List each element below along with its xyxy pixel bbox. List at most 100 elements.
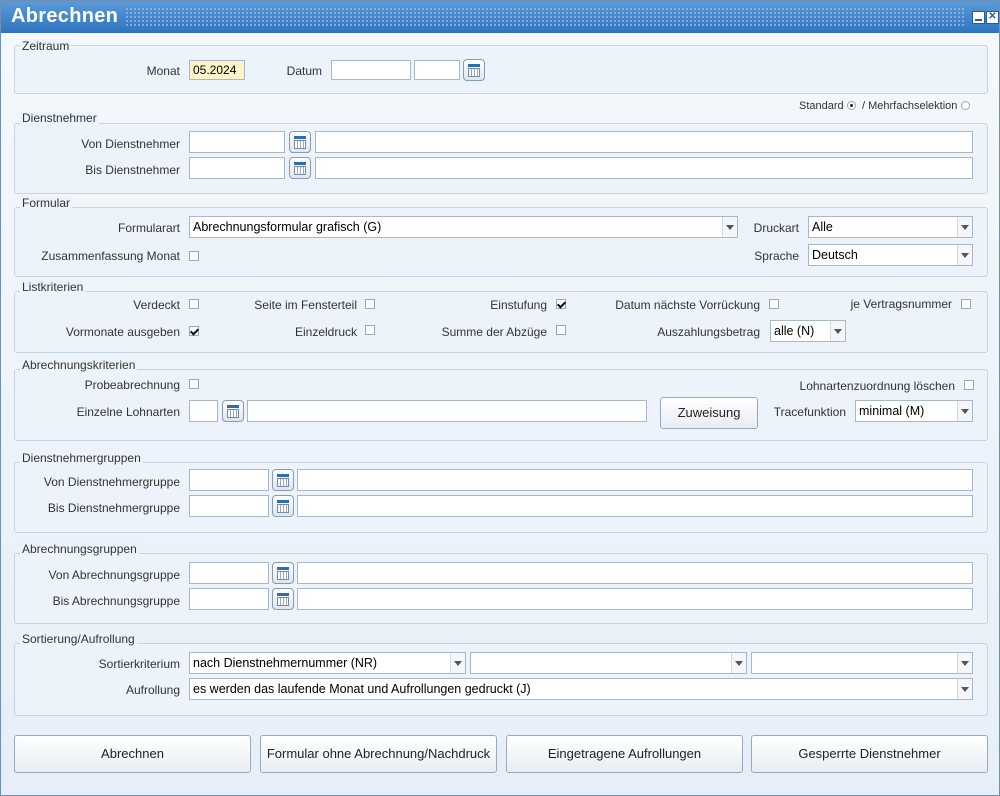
von-dienstnehmergruppe-label: Von Dienstnehmergruppe bbox=[43, 475, 180, 489]
von-abrechnungsgruppe-calendar-icon[interactable] bbox=[272, 562, 294, 584]
sprache-value: Deutsch bbox=[812, 248, 858, 262]
einstufung-label: Einstufung bbox=[490, 298, 547, 312]
formularart-select[interactable]: Abrechnungsformular grafisch (G) bbox=[189, 216, 738, 238]
von-dienstnehmergruppe-description[interactable] bbox=[297, 469, 973, 491]
seite-im-fensterteil-label: Seite im Fensterteil bbox=[254, 298, 357, 312]
bis-abrechnungsgruppe-label: Bis Abrechnungsgruppe bbox=[52, 594, 180, 608]
datum-label: Datum bbox=[286, 64, 322, 78]
monat-label: Monat bbox=[146, 64, 180, 78]
von-dienstnehmer-description[interactable] bbox=[315, 131, 973, 153]
zuweisung-button[interactable]: Zuweisung bbox=[660, 397, 758, 429]
verdeckt-label: Verdeckt bbox=[133, 298, 180, 312]
standard-radio[interactable] bbox=[847, 101, 856, 110]
bis-dienstnehmer-description[interactable] bbox=[315, 157, 973, 179]
von-dienstnehmer-calendar-icon[interactable] bbox=[289, 131, 311, 153]
probeabrechnung-label: Probeabrechnung bbox=[84, 378, 180, 392]
bis-dienstnehmergruppe-input[interactable] bbox=[189, 495, 269, 517]
window-title: Abrechnen bbox=[11, 5, 119, 27]
seite-im-fensterteil-checkbox[interactable] bbox=[365, 299, 375, 309]
listkriterien-legend: Listkriterien bbox=[20, 280, 86, 294]
bis-dienstnehmergruppe-calendar-icon[interactable] bbox=[272, 495, 294, 517]
datum-calendar-icon[interactable] bbox=[463, 59, 485, 81]
chevron-down-icon[interactable] bbox=[830, 321, 845, 341]
chevron-down-icon[interactable] bbox=[450, 653, 465, 673]
chevron-down-icon[interactable] bbox=[957, 245, 972, 265]
tracefunktion-value: minimal (M) bbox=[859, 404, 925, 418]
sortierung-legend: Sortierung/Aufrollung bbox=[20, 632, 137, 646]
datum-input-2[interactable] bbox=[414, 60, 460, 80]
einzelne-lohnarten-calendar-icon[interactable] bbox=[222, 400, 244, 422]
druckart-label: Druckart bbox=[753, 221, 799, 235]
druckart-value: Alle bbox=[812, 220, 833, 234]
chevron-down-icon[interactable] bbox=[957, 679, 972, 699]
lohnartenzuordnung-loeschen-label: Lohnartenzuordnung löschen bbox=[799, 379, 955, 393]
chevron-down-icon[interactable] bbox=[957, 401, 972, 421]
summe-der-abzuege-checkbox[interactable] bbox=[556, 325, 566, 335]
formular-legend: Formular bbox=[20, 196, 73, 210]
lohnartenzuordnung-loeschen-checkbox[interactable] bbox=[964, 380, 974, 390]
einzelne-lohnarten-label: Einzelne Lohnarten bbox=[76, 405, 180, 419]
standard-label: Standard bbox=[799, 100, 844, 112]
sortierkriterium-select-1[interactable]: nach Dienstnehmernummer (NR) bbox=[189, 652, 466, 674]
von-dienstnehmer-input[interactable] bbox=[189, 131, 285, 153]
je-vertragsnummer-checkbox[interactable] bbox=[961, 299, 971, 309]
sprache-select[interactable]: Deutsch bbox=[808, 244, 973, 266]
von-abrechnungsgruppe-input[interactable] bbox=[189, 562, 269, 584]
bis-abrechnungsgruppe-description[interactable] bbox=[297, 588, 973, 610]
close-icon[interactable]: ✕ bbox=[986, 11, 999, 24]
title-bar-grip bbox=[125, 7, 965, 27]
mehrfachselektion-radio[interactable] bbox=[961, 101, 970, 110]
einstufung-checkbox[interactable] bbox=[556, 299, 566, 309]
monat-input[interactable]: 05.2024 bbox=[189, 60, 245, 80]
vormonate-ausgeben-checkbox[interactable] bbox=[189, 326, 199, 336]
bis-dienstnehmergruppe-label: Bis Dienstnehmergruppe bbox=[47, 501, 180, 515]
datum-naechste-vorrueckung-label: Datum nächste Vorrückung bbox=[615, 298, 760, 312]
zusammenfassung-monat-checkbox[interactable] bbox=[189, 251, 199, 261]
chevron-down-icon[interactable] bbox=[957, 217, 972, 237]
mehrfachselektion-label: / Mehrfachselektion bbox=[862, 100, 958, 112]
chevron-down-icon[interactable] bbox=[731, 653, 746, 673]
datum-naechste-vorrueckung-checkbox[interactable] bbox=[769, 299, 779, 309]
aufrollung-select[interactable]: es werden das laufende Monat und Aufroll… bbox=[189, 678, 973, 700]
gesperrte-dienstnehmer-button[interactable]: Gesperrte Dienstnehmer bbox=[751, 735, 988, 773]
tracefunktion-select[interactable]: minimal (M) bbox=[855, 400, 973, 422]
einzeldruck-checkbox[interactable] bbox=[365, 325, 375, 335]
zusammenfassung-monat-label: Zusammenfassung Monat bbox=[41, 249, 180, 263]
bis-dienstnehmer-input[interactable] bbox=[189, 157, 285, 179]
bis-abrechnungsgruppe-calendar-icon[interactable] bbox=[272, 588, 294, 610]
eingetragene-aufrollungen-button[interactable]: Eingetragene Aufrollungen bbox=[506, 735, 743, 773]
von-dienstnehmer-label: Von Dienstnehmer bbox=[81, 137, 180, 151]
title-bar[interactable]: Abrechnen ✕ bbox=[1, 1, 999, 33]
von-dienstnehmergruppe-calendar-icon[interactable] bbox=[272, 469, 294, 491]
aufrollung-value: es werden das laufende Monat und Aufroll… bbox=[193, 682, 531, 696]
einzelne-lohnarten-input[interactable] bbox=[189, 400, 218, 422]
von-dienstnehmergruppe-input[interactable] bbox=[189, 469, 269, 491]
verdeckt-checkbox[interactable] bbox=[189, 299, 199, 309]
einzelne-lohnarten-description[interactable] bbox=[247, 400, 647, 422]
sortierkriterium-select-2[interactable] bbox=[470, 652, 747, 674]
von-abrechnungsgruppe-description[interactable] bbox=[297, 562, 973, 584]
form-content: Zeitraum Monat 05.2024 Datum Standard / … bbox=[1, 33, 999, 795]
bis-dienstnehmer-calendar-icon[interactable] bbox=[289, 157, 311, 179]
zeitraum-legend: Zeitraum bbox=[20, 39, 72, 53]
chevron-down-icon[interactable] bbox=[957, 653, 972, 673]
auszahlungsbetrag-value: alle (N) bbox=[774, 324, 815, 338]
auszahlungsbetrag-select[interactable]: alle (N) bbox=[770, 320, 846, 342]
formular-ohne-abrechnung-button[interactable]: Formular ohne Abrechnung/Nachdruck bbox=[260, 735, 497, 773]
bis-dienstnehmergruppe-description[interactable] bbox=[297, 495, 973, 517]
dienstnehmer-legend: Dienstnehmer bbox=[20, 111, 99, 125]
sortierkriterium-label: Sortierkriterium bbox=[98, 657, 180, 671]
chevron-down-icon[interactable] bbox=[722, 217, 737, 237]
druckart-select[interactable]: Alle bbox=[808, 216, 973, 238]
bis-abrechnungsgruppe-input[interactable] bbox=[189, 588, 269, 610]
abrechnungskriterien-legend: Abrechnungskriterien bbox=[20, 358, 138, 372]
probeabrechnung-checkbox[interactable] bbox=[189, 379, 199, 389]
tracefunktion-label: Tracefunktion bbox=[773, 405, 846, 419]
sortierkriterium-select-3[interactable] bbox=[751, 652, 973, 674]
aufrollung-label: Aufrollung bbox=[125, 683, 180, 697]
datum-input[interactable] bbox=[331, 60, 411, 80]
abrechnen-button[interactable]: Abrechnen bbox=[14, 735, 251, 773]
minimize-icon[interactable] bbox=[972, 11, 985, 24]
je-vertragsnummer-label: je Vertragsnummer bbox=[850, 297, 952, 311]
dienstnehmergruppen-legend: Dienstnehmergruppen bbox=[20, 451, 143, 465]
